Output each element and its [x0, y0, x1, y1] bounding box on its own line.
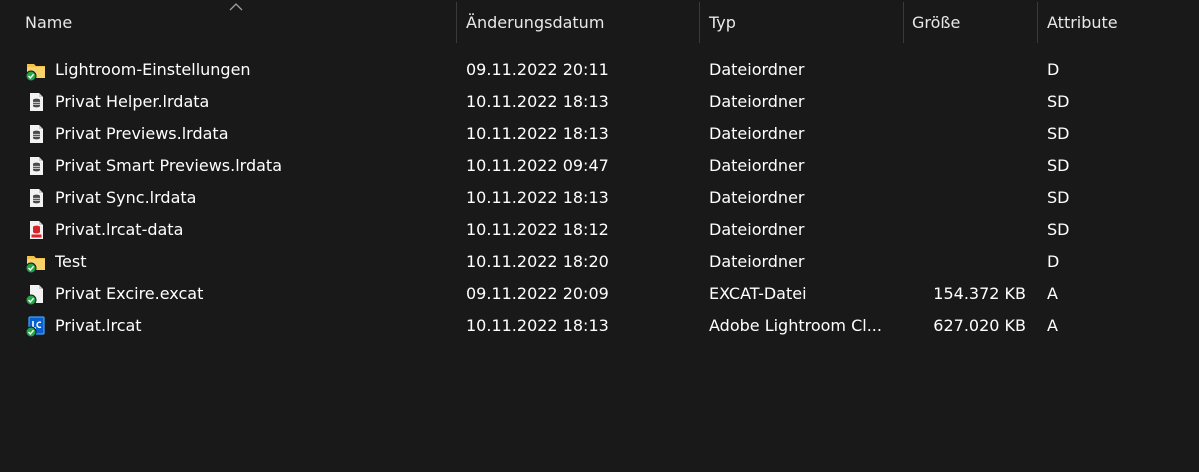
file-attributes: A [1047, 284, 1058, 303]
file-type: Dateiordner [709, 124, 805, 143]
file-modified-date: 10.11.2022 18:20 [466, 252, 609, 271]
file-modified-date: 09.11.2022 20:09 [466, 284, 609, 303]
file-size: 154.372 KB [933, 284, 1026, 303]
column-header-row: Name Änderungsdatum Typ Größe Attribute [0, 0, 1199, 46]
file-attributes: D [1047, 252, 1060, 271]
file-size: 627.020 KB [933, 316, 1026, 335]
file-type: Dateiordner [709, 156, 805, 175]
file-list: Lightroom-Einstellungen 09.11.2022 20:11… [0, 54, 1199, 342]
column-header-attributes[interactable]: Attribute [1047, 0, 1118, 46]
file-size [905, 182, 1026, 214]
file-name: Privat.lrcat [55, 316, 142, 335]
file-size [905, 86, 1026, 118]
lrdata-file-icon [25, 187, 47, 209]
file-name: Test [55, 252, 87, 271]
file-name: Privat Previews.lrdata [55, 124, 229, 143]
file-name: Lightroom-Einstellungen [55, 60, 251, 79]
file-modified-date: 10.11.2022 18:13 [466, 188, 609, 207]
file-attributes: SD [1047, 220, 1070, 239]
file-row[interactable]: Privat.lrcat 10.11.2022 18:13 Adobe Ligh… [0, 310, 1199, 342]
file-type: EXCAT-Datei [709, 284, 807, 303]
file-attributes: SD [1047, 156, 1070, 175]
file-row[interactable]: Privat Helper.lrdata 10.11.2022 18:13 Da… [0, 86, 1199, 118]
file-size [905, 150, 1026, 182]
lrdata-file-icon [25, 123, 47, 145]
file-attributes: A [1047, 316, 1058, 335]
excat-file-icon [25, 283, 47, 306]
file-modified-date: 09.11.2022 20:11 [466, 60, 609, 79]
lrcat-file-icon [25, 315, 47, 338]
column-header-date[interactable]: Änderungsdatum [466, 0, 604, 46]
folder-icon [25, 251, 47, 274]
file-name: Privat Smart Previews.lrdata [55, 156, 282, 175]
file-modified-date: 10.11.2022 09:47 [466, 156, 609, 175]
file-row[interactable]: Privat Previews.lrdata 10.11.2022 18:13 … [0, 118, 1199, 150]
file-size [905, 214, 1026, 246]
file-row[interactable]: Privat Excire.excat 09.11.2022 20:09 EXC… [0, 278, 1199, 310]
file-name: Privat.lrcat-data [55, 220, 184, 239]
file-attributes: SD [1047, 124, 1070, 143]
lrcat-data-icon [25, 219, 47, 241]
file-type: Dateiordner [709, 252, 805, 271]
column-separator[interactable] [699, 2, 700, 43]
column-header-name[interactable]: Name [25, 0, 72, 46]
file-size [905, 118, 1026, 150]
folder-icon [25, 59, 47, 82]
file-name: Privat Excire.excat [55, 284, 204, 303]
file-explorer-list: Name Änderungsdatum Typ Größe Attribute … [0, 0, 1199, 472]
file-attributes: SD [1047, 92, 1070, 111]
sort-ascending-icon [229, 3, 243, 11]
file-attributes: SD [1047, 188, 1070, 207]
file-row[interactable]: Test 10.11.2022 18:20 Dateiordner D [0, 246, 1199, 278]
file-size [905, 246, 1026, 278]
file-row[interactable]: Privat Smart Previews.lrdata 10.11.2022 … [0, 150, 1199, 182]
column-separator[interactable] [456, 2, 457, 43]
file-name: Privat Sync.lrdata [55, 188, 197, 207]
lrdata-file-icon [25, 91, 47, 113]
file-type: Dateiordner [709, 188, 805, 207]
file-attributes: D [1047, 60, 1060, 79]
file-type: Adobe Lightroom Cl... [709, 316, 882, 335]
file-modified-date: 10.11.2022 18:13 [466, 316, 609, 335]
file-size [905, 54, 1026, 86]
column-header-size[interactable]: Größe [912, 0, 960, 46]
file-type: Dateiordner [709, 220, 805, 239]
file-modified-date: 10.11.2022 18:12 [466, 220, 609, 239]
file-row[interactable]: Privat.lrcat-data 10.11.2022 18:12 Datei… [0, 214, 1199, 246]
column-header-type[interactable]: Typ [709, 0, 736, 46]
file-type: Dateiordner [709, 60, 805, 79]
file-modified-date: 10.11.2022 18:13 [466, 92, 609, 111]
file-type: Dateiordner [709, 92, 805, 111]
lrdata-file-icon [25, 155, 47, 177]
file-row[interactable]: Lightroom-Einstellungen 09.11.2022 20:11… [0, 54, 1199, 86]
column-separator[interactable] [1037, 2, 1038, 43]
file-modified-date: 10.11.2022 18:13 [466, 124, 609, 143]
file-row[interactable]: Privat Sync.lrdata 10.11.2022 18:13 Date… [0, 182, 1199, 214]
column-separator[interactable] [903, 2, 904, 43]
file-name: Privat Helper.lrdata [55, 92, 210, 111]
